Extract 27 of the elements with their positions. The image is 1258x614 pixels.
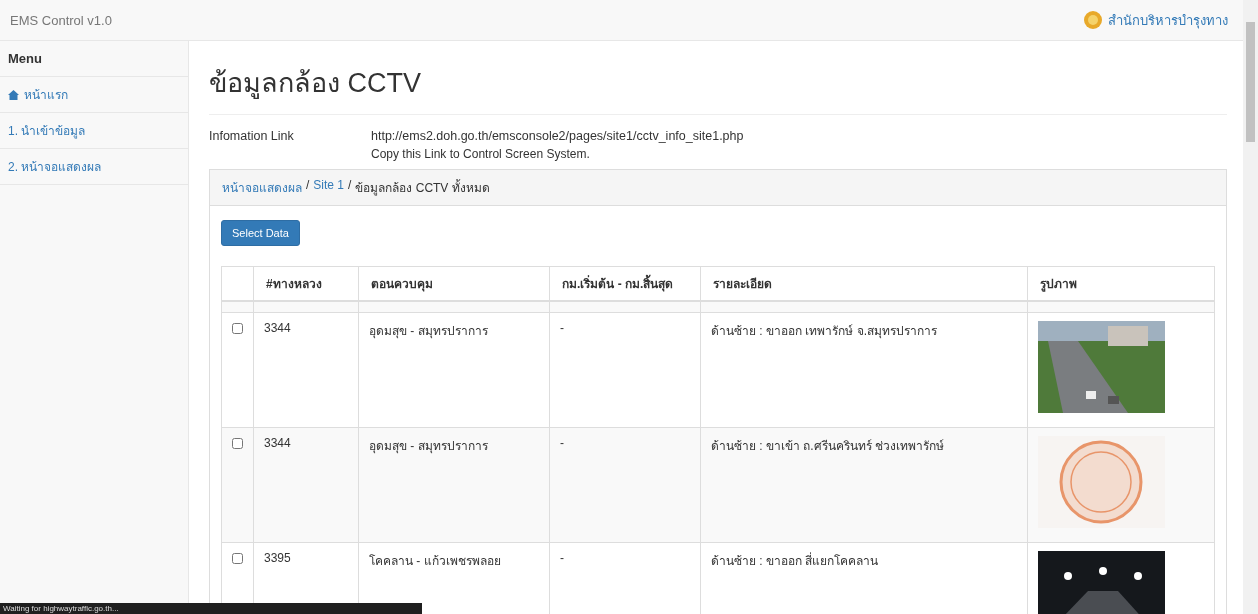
table-cell: 3344: [253, 312, 359, 428]
app-brand[interactable]: EMS Control v1.0: [10, 12, 112, 28]
info-note: Copy this Link to Control Screen System.: [371, 147, 591, 161]
table-cell: ด้านซ้าย : ขาเข้า ถ.ศรีนครินทร์ ช่วงเทพารักษ์: [700, 427, 1028, 543]
table-cell: อุดมสุข - สมุทรปราการ: [358, 427, 550, 543]
breadcrumb-separator: /: [306, 178, 310, 194]
table-cell: อุดมสุข - สมุทรปราการ: [358, 312, 550, 428]
seal-icon: [1084, 11, 1102, 29]
info-label: Infomation Link: [209, 129, 295, 143]
scrollbar-thumb[interactable]: [1246, 22, 1255, 142]
organization-link[interactable]: สำนักบริหารบำรุงทาง: [1108, 9, 1228, 31]
breadcrumb-link[interactable]: หน้าจอแสดงผล: [222, 178, 302, 197]
row-checkbox[interactable]: [232, 553, 243, 564]
breadcrumb-current: ข้อมูลกล้อง CCTV ทั้งหมด: [355, 178, 490, 197]
info-url: http://ems2.doh.go.th/emsconsole2/pages/site1/cctv_info_site1.php: [371, 129, 745, 143]
row-checkbox[interactable]: [232, 438, 243, 449]
home-icon: [8, 89, 19, 100]
table-cell: ด้านซ้าย : ขาออก เทพารักษ์ จ.สมุทรปราการ: [700, 312, 1028, 428]
breadcrumb-link[interactable]: Site 1: [313, 178, 345, 197]
page-title: ข้อมูลกล้อง CCTV: [209, 41, 1227, 115]
row-checkbox[interactable]: [232, 323, 243, 334]
select-data-button[interactable]: Select Data: [221, 220, 300, 246]
status-bar: Waiting for highwaytraffic.go.th...: [0, 603, 422, 614]
table-cell: 3344: [253, 427, 359, 543]
breadcrumb-separator: /: [348, 178, 352, 194]
table-cell: -: [549, 312, 701, 428]
table-cell: -: [549, 427, 701, 543]
